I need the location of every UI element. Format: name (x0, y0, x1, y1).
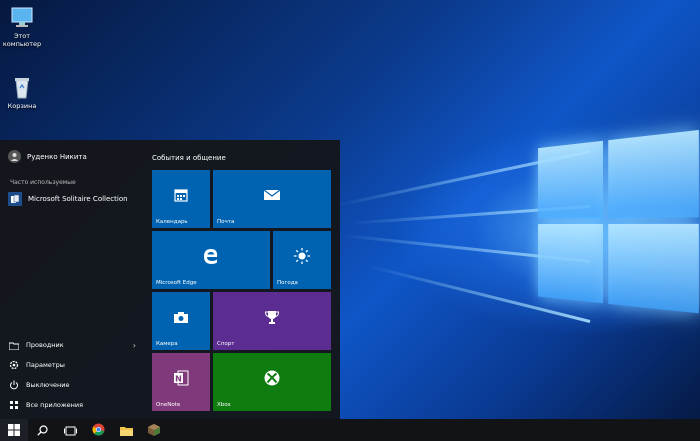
app-icon (148, 421, 160, 440)
tiles-group-title: События и общение (152, 154, 226, 162)
search-button[interactable] (28, 419, 56, 441)
tile-microsoft-edge[interactable]: Microsoft Edge (152, 231, 270, 289)
tile-weather[interactable]: Погода (273, 231, 331, 289)
tile-label: Камера (156, 341, 178, 347)
tile-label: OneNote (156, 402, 181, 408)
menu-item-label: Все приложения (26, 401, 84, 409)
tile-onenote[interactable]: N OneNote (152, 353, 210, 411)
onenote-icon: N (172, 369, 190, 389)
taskbar-file-explorer[interactable] (112, 419, 140, 441)
menu-item-all-apps[interactable]: Все приложения (8, 399, 136, 411)
taskbar (0, 419, 700, 441)
computer-icon (9, 6, 35, 30)
power-icon (8, 379, 20, 391)
desktop-icon-recycle-bin[interactable]: Корзина (0, 76, 44, 110)
solitaire-icon (8, 192, 22, 206)
tile-label: Microsoft Edge (156, 280, 197, 286)
menu-item-label: Параметры (26, 361, 65, 369)
taskbar-app[interactable] (140, 419, 168, 441)
start-button[interactable] (0, 419, 28, 441)
camera-icon (173, 311, 189, 325)
file-explorer-icon (119, 421, 133, 440)
chevron-right-icon: › (132, 340, 136, 350)
tile-label: Спорт (217, 341, 235, 347)
recycle-bin-icon (9, 76, 35, 100)
task-view-icon (63, 421, 77, 440)
tile-label: Почта (217, 219, 235, 225)
start-menu: Руденко Никита Часто используемые Micros… (0, 140, 340, 419)
tile-mail[interactable]: Почта (213, 170, 331, 228)
windows-start-icon (8, 421, 20, 440)
taskbar-chrome[interactable] (84, 419, 112, 441)
windows-logo-light (538, 129, 699, 320)
menu-item-file-explorer[interactable]: Проводник › (8, 339, 136, 351)
start-menu-left-column: Руденко Никита Часто используемые Micros… (0, 140, 146, 419)
calendar-icon (174, 188, 188, 204)
tile-camera[interactable]: Камера (152, 292, 210, 350)
menu-item-power[interactable]: Выключение (8, 379, 136, 391)
tile-sport[interactable]: Спорт (213, 292, 331, 350)
menu-item-settings[interactable]: Параметры (8, 359, 136, 371)
tile-label: Xbox (217, 402, 231, 408)
tile-calendar[interactable]: Календарь (152, 170, 210, 228)
mail-icon (263, 189, 281, 203)
frequent-apps-label: Часто используемые (10, 179, 76, 186)
desktop-icon-this-pc[interactable]: Этот компьютер (0, 6, 44, 48)
app-item-solitaire[interactable]: Microsoft Solitaire Collection (8, 192, 128, 206)
svg-text:N: N (175, 375, 182, 384)
app-item-label: Microsoft Solitaire Collection (28, 195, 128, 203)
menu-item-label: Проводник (26, 341, 64, 349)
xbox-icon (263, 369, 281, 389)
menu-item-label: Выключение (26, 381, 70, 389)
chrome-icon (91, 421, 105, 440)
tile-xbox[interactable]: Xbox (213, 353, 331, 411)
search-icon (36, 421, 48, 440)
file-explorer-icon (8, 339, 20, 351)
all-apps-icon (8, 399, 20, 411)
desktop-icon-label: Корзина (7, 102, 37, 110)
task-view-button[interactable] (56, 419, 84, 441)
user-account-button[interactable]: Руденко Никита (8, 150, 87, 163)
tile-label: Календарь (156, 219, 188, 225)
weather-sun-icon (293, 247, 311, 267)
user-avatar-icon (8, 150, 21, 163)
desktop-icon-label: Этот компьютер (2, 32, 42, 48)
user-name: Руденко Никита (27, 152, 87, 161)
settings-gear-icon (8, 359, 20, 371)
trophy-icon (264, 309, 280, 327)
tile-label: Погода (277, 280, 298, 286)
edge-icon (202, 247, 220, 267)
